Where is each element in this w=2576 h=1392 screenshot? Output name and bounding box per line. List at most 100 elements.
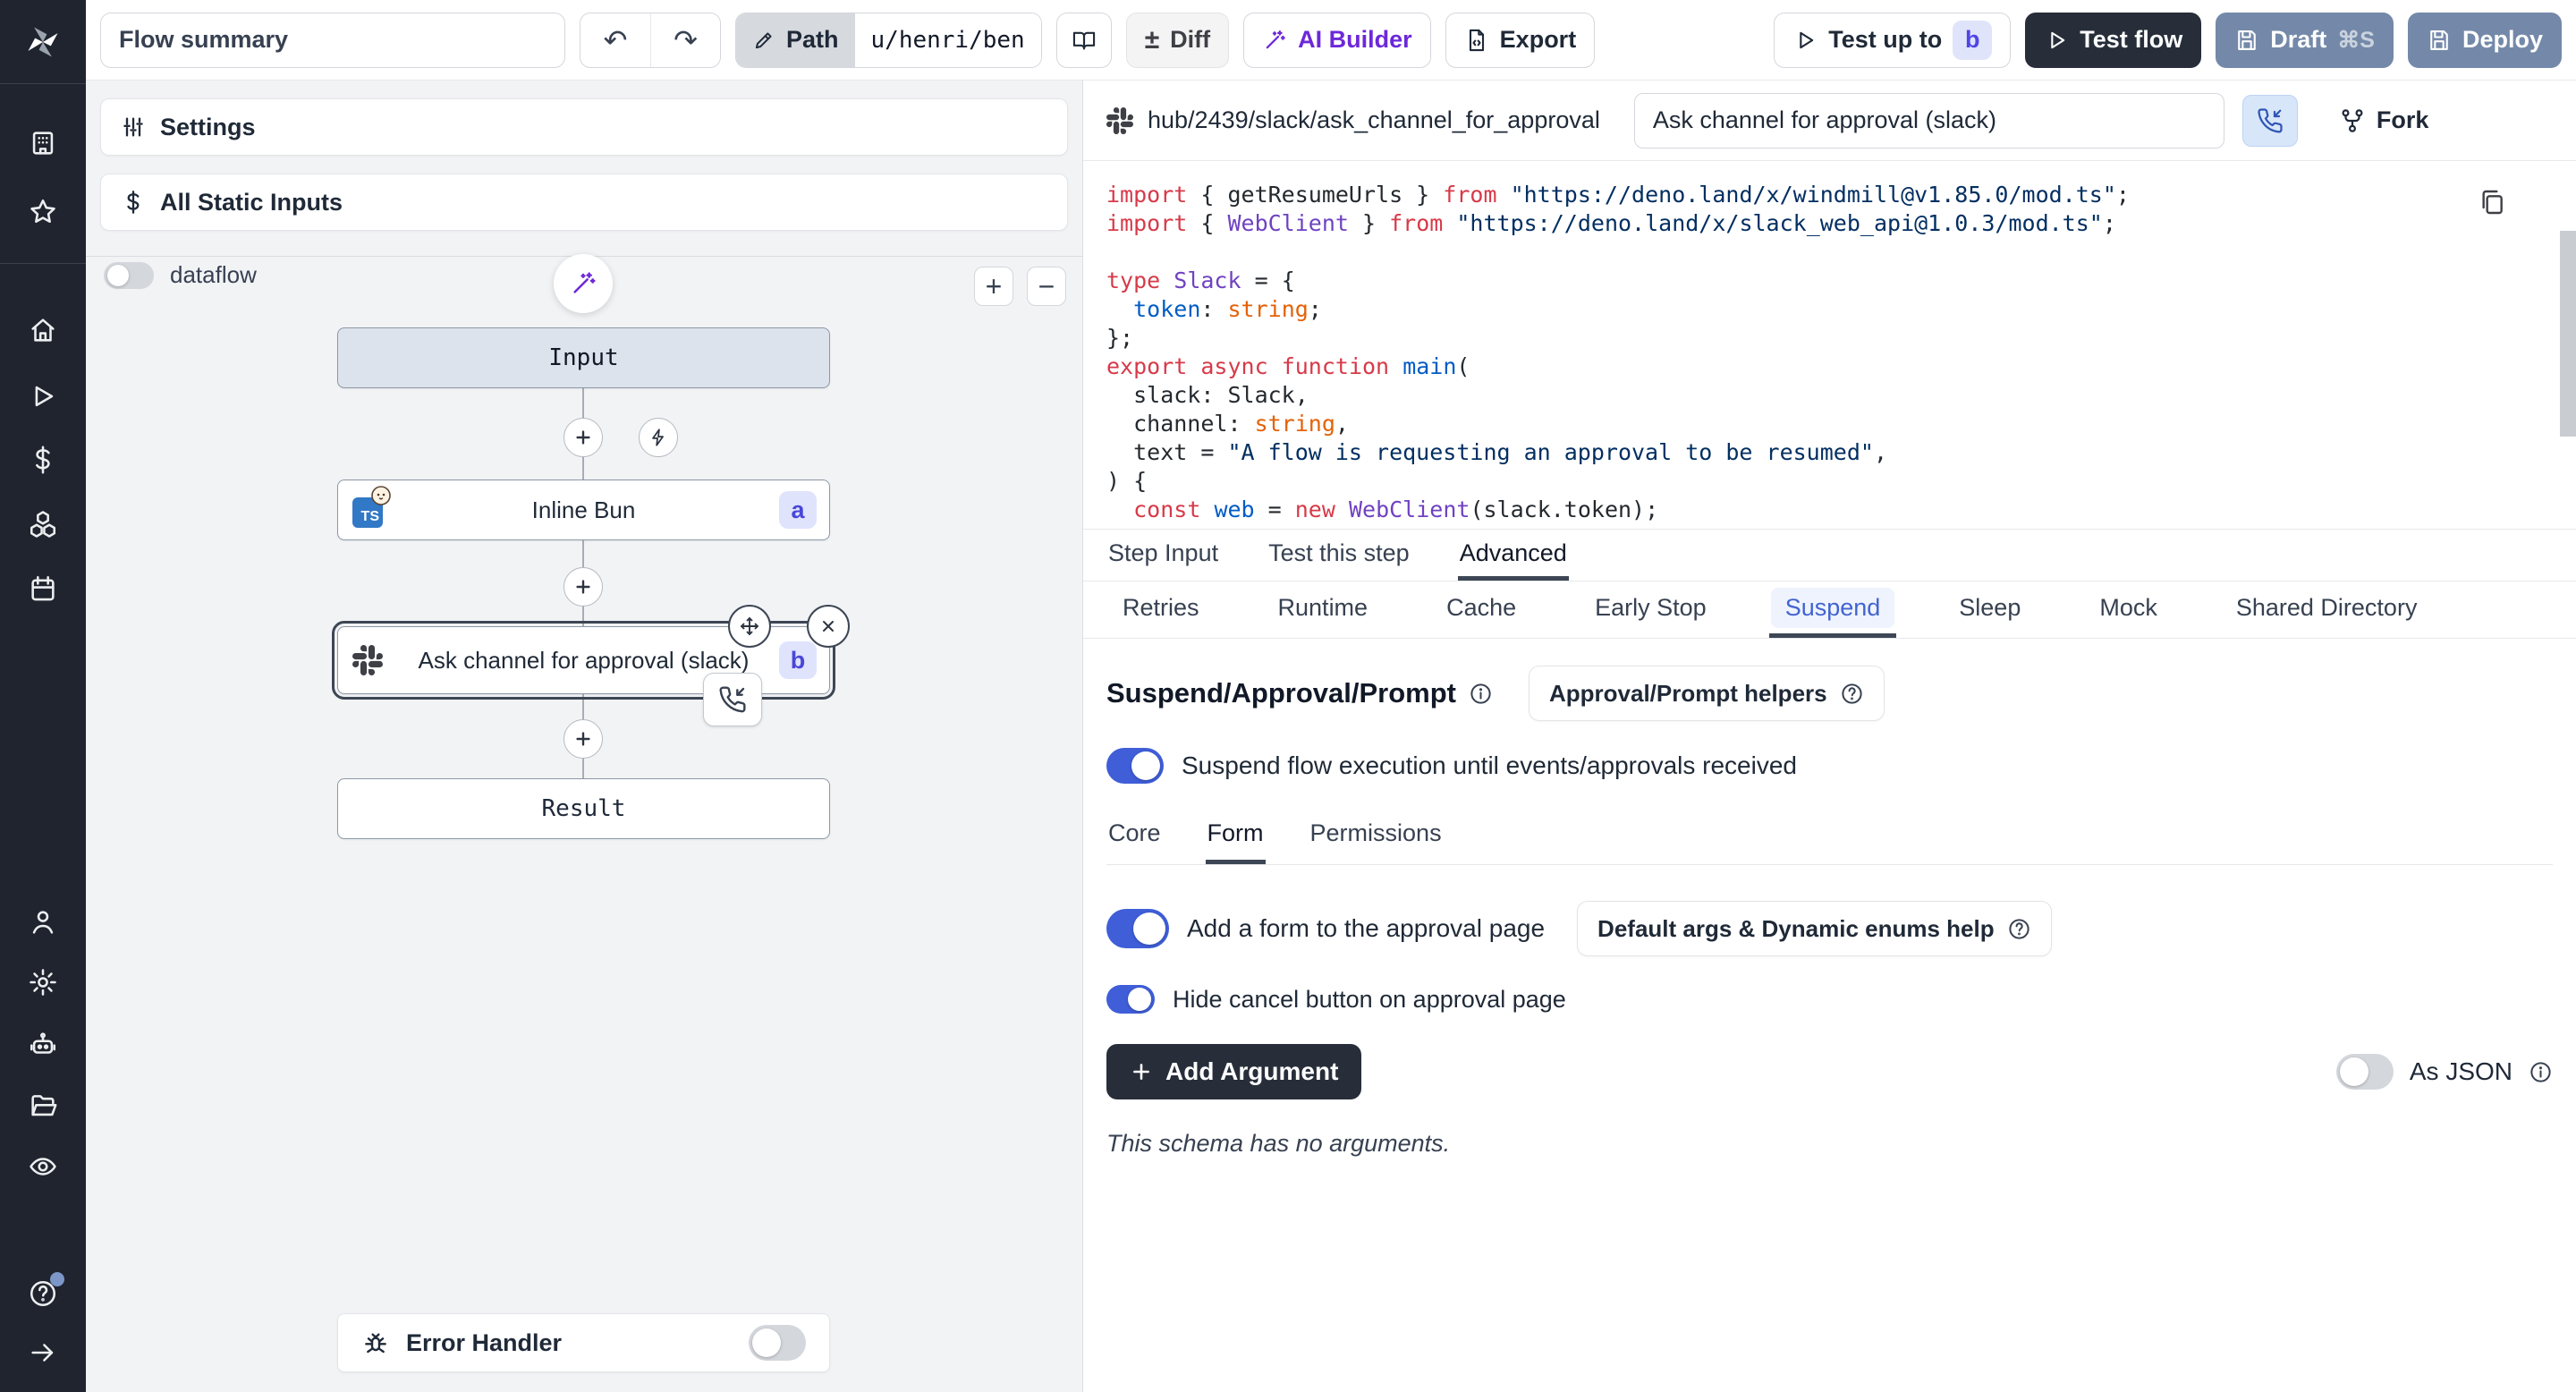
suspend-heading-row: Suspend/Approval/Prompt Approval/Prompt … [1106,666,2553,721]
tab-core[interactable]: Core [1106,807,1163,864]
subtab-shared-directory[interactable]: Shared Directory [2220,581,2434,638]
export-button[interactable]: Export [1445,13,1596,68]
test-flow-button[interactable]: Test flow [2025,13,2201,68]
zoom-out-button[interactable]: − [1027,267,1066,306]
tab-step-input[interactable]: Step Input [1106,530,1220,581]
test-up-to-button[interactable]: Test up to b [1774,13,2011,68]
copy-code-button[interactable] [2478,188,2506,221]
path-value[interactable]: u/henri/ben [855,13,1041,67]
code-editor[interactable]: import { getResumeUrls } from "https://d… [1083,161,2576,530]
draft-button[interactable]: Draft ⌘S [2216,13,2394,68]
sidebar-item-home[interactable] [0,303,86,357]
all-static-inputs-button[interactable]: All Static Inputs [100,174,1068,231]
subtab-retries[interactable]: Retries [1106,581,1216,638]
step-a-node[interactable]: TS Inline Bun a [337,480,830,540]
wand-icon [569,269,597,298]
pencil-icon [752,29,775,52]
subtab-early-stop[interactable]: Early Stop [1579,581,1723,638]
windmill-logo[interactable] [0,0,86,84]
toggle-knob [2340,1057,2368,1086]
hub-path-text: hub/2439/slack/ask_channel_for_approval [1148,106,1600,134]
add-form-toggle[interactable] [1106,909,1169,948]
eye-icon [28,1151,58,1182]
sidebar-item-help[interactable] [0,1267,86,1320]
add-argument-button[interactable]: Add Argument [1106,1044,1361,1099]
sidebar-item-favorites[interactable] [0,185,86,239]
insert-step-button-3[interactable] [564,719,603,759]
export-label: Export [1500,26,1577,54]
ai-builder-button[interactable]: AI Builder [1243,13,1431,68]
sidebar-item-runs[interactable] [0,369,86,423]
bun-icon [370,485,392,506]
step-b-id-badge: b [779,641,817,679]
as-json-control: As JSON [2336,1054,2553,1090]
subtab-mock[interactable]: Mock [2083,581,2174,638]
tab-permissions[interactable]: Permissions [1309,807,1444,864]
flow-result-node[interactable]: Result [337,778,830,839]
suspend-indicator-button[interactable] [2242,95,2298,147]
test-up-to-step-badge[interactable]: b [1953,21,1992,60]
diff-button[interactable]: ± Diff [1126,13,1229,68]
as-json-toggle[interactable] [2336,1054,2394,1090]
sidebar-item-variables[interactable] [0,433,86,487]
insert-trigger-button[interactable] [639,418,678,457]
hub-script-path: hub/2439/slack/ask_channel_for_approval [1106,106,1600,134]
dataflow-toggle[interactable] [104,262,154,289]
redo-button[interactable]: ↷ [650,13,720,67]
zoom-in-button[interactable]: + [974,267,1013,306]
toggle-knob [1128,988,1151,1011]
approval-prompt-helpers-button[interactable]: Approval/Prompt helpers [1529,666,1885,721]
sidebar-item-folders[interactable] [0,1079,86,1133]
subtab-runtime[interactable]: Runtime [1262,581,1385,638]
delete-step-button[interactable] [807,605,850,648]
tab-advanced[interactable]: Advanced [1458,530,1569,581]
sidebar-item-workers[interactable] [0,1018,86,1072]
suspend-approval-badge[interactable] [703,673,762,726]
flow-settings-button[interactable]: Settings [100,98,1068,156]
step-a-id-badge: a [779,491,817,529]
insert-step-button-2[interactable] [564,567,603,607]
docs-button[interactable] [1056,13,1112,68]
undo-button[interactable]: ↶ [580,13,650,67]
content-row: Settings All Static Inputs dataflow + − [86,81,2576,1392]
sidebar-item-settings[interactable] [0,955,86,1009]
hide-cancel-toggle[interactable] [1106,985,1155,1014]
default-args-help-button[interactable]: Default args & Dynamic enums help [1577,901,2052,956]
fork-button[interactable]: Fork [2339,106,2429,134]
helpers-button-label: Approval/Prompt helpers [1549,680,1827,708]
code-scrollbar[interactable] [2560,231,2576,437]
error-handler-label: Error Handler [406,1329,733,1357]
sidebar-expand-button[interactable] [0,1326,86,1379]
deploy-button[interactable]: Deploy [2408,13,2562,68]
sidebar-item-schedules[interactable] [0,562,86,615]
tab-test-this-step[interactable]: Test this step [1267,530,1411,581]
flow-summary-input[interactable] [100,13,565,68]
flow-input-node[interactable]: Input [337,327,830,388]
insert-step-button-1[interactable] [564,418,603,457]
play-icon [28,381,58,412]
tab-form[interactable]: Form [1206,807,1266,864]
step-summary-input[interactable] [1634,93,2224,149]
user-icon [28,907,58,938]
path-button[interactable]: Path [736,13,855,67]
path-control: Path u/henri/ben [735,13,1042,68]
calendar-icon [28,573,58,604]
sidebar-item-users[interactable] [0,895,86,949]
deploy-label: Deploy [2462,26,2543,54]
subtab-sleep[interactable]: Sleep [1943,581,2037,638]
phone-incoming-icon [718,685,747,714]
move-step-handle[interactable] [728,605,771,648]
sidebar-item-workspace[interactable] [0,116,86,170]
move-icon [739,615,760,637]
sidebar-item-resources[interactable] [0,497,86,551]
subtab-cache[interactable]: Cache [1430,581,1532,638]
ai-flow-builder-fab[interactable] [554,254,613,313]
fork-label: Fork [2377,106,2429,134]
suspend-execution-toggle[interactable] [1106,748,1164,784]
bug-icon [361,1328,390,1357]
suspend-settings-body: Suspend/Approval/Prompt Approval/Prompt … [1083,639,2576,1392]
slack-icon [1106,107,1133,134]
error-handler-toggle[interactable] [749,1325,806,1361]
subtab-suspend[interactable]: Suspend [1769,581,1897,638]
sidebar-item-audit-logs[interactable] [0,1140,86,1193]
